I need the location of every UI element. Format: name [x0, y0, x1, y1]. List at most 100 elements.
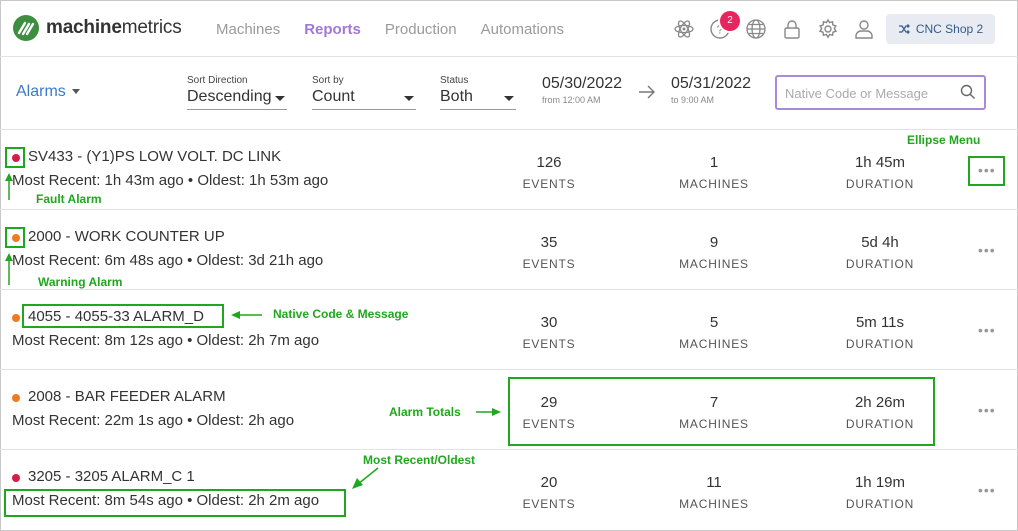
sort-direction-label: Sort Direction — [187, 75, 248, 86]
alarm-recent-oldest: Most Recent: 1h 43m ago • Oldest: 1h 53m… — [12, 172, 329, 189]
view-dropdown-label: Alarms — [16, 83, 66, 100]
alarm-recent-oldest: Most Recent: 6m 48s ago • Oldest: 3d 21h… — [12, 252, 324, 269]
sort-direction-select[interactable]: Sort Direction Descending — [187, 75, 287, 110]
notification-badge[interactable]: 2 — [720, 11, 740, 31]
alarm-row[interactable]: SV433 - (Y1)PS LOW VOLT. DC LINK Most Re… — [0, 130, 1018, 210]
status-label: Status — [440, 75, 469, 86]
annotation-box-fault-dot — [5, 147, 25, 168]
filter-toolbar: Alarms Sort Direction Descending Sort by… — [0, 57, 1018, 130]
duration-label: DURATION — [845, 177, 915, 191]
shop-switch-label: CNC Shop 2 — [915, 22, 984, 36]
nav-machines[interactable]: Machines — [216, 21, 280, 38]
sort-by-select[interactable]: Sort by Count — [312, 75, 416, 110]
fault-alarm-icon — [12, 474, 20, 482]
events-stat: 35 EVENTS — [489, 234, 609, 271]
alarm-title: 3205 - 3205 ALARM_C 1 — [28, 468, 195, 485]
sort-by-label: Sort by — [312, 75, 344, 86]
date-from-value: 05/30/2022 — [542, 75, 623, 92]
status-value: Both — [440, 88, 473, 105]
alarm-row[interactable]: 4055 - 4055-33 ALARM_D Most Recent: 8m 1… — [0, 290, 1018, 370]
events-count: 35 — [540, 234, 558, 251]
globe-icon[interactable] — [745, 18, 767, 40]
chevron-down-icon — [504, 96, 514, 101]
sort-by-value-wrap[interactable]: Count — [312, 88, 416, 110]
annotation-ellipse-menu: Ellipse Menu — [907, 133, 981, 147]
sort-by-value: Count — [312, 88, 355, 105]
machines-count: 9 — [709, 234, 719, 251]
annotation-box-ellipse — [968, 156, 1005, 186]
gear-icon[interactable] — [817, 18, 839, 40]
duration-value: 1h 45m — [854, 154, 906, 171]
annotation-alarm-totals: Alarm Totals — [389, 405, 461, 419]
nav-reports[interactable]: Reports — [304, 21, 361, 38]
ellipsis-menu-icon[interactable]: ••• — [978, 243, 996, 257]
app-header: machinemetrics Machines Reports Producti… — [0, 0, 1018, 57]
annotation-box-most-recent — [4, 489, 346, 517]
warning-alarm-icon — [12, 394, 20, 402]
logo-text: machinemetrics — [46, 17, 182, 38]
duration-label: DURATION — [845, 497, 915, 511]
atom-icon[interactable] — [673, 18, 695, 40]
annotation-fault-alarm: Fault Alarm — [36, 192, 102, 206]
ellipsis-menu-icon[interactable]: ••• — [978, 403, 996, 417]
events-stat: 126 EVENTS — [489, 154, 609, 191]
arrow-right-icon — [639, 85, 655, 99]
date-to-value: 05/31/2022 — [671, 75, 752, 92]
date-from-sub: from 12:00 AM — [542, 95, 601, 105]
events-label: EVENTS — [522, 257, 576, 271]
shuffle-icon — [898, 24, 910, 34]
annotation-most-recent: Most Recent/Oldest — [363, 453, 476, 467]
alarm-recent-oldest: Most Recent: 22m 1s ago • Oldest: 2h ago — [12, 412, 295, 429]
status-value-wrap[interactable]: Both — [440, 88, 516, 110]
date-from[interactable]: 05/30/2022 from 12:00 AM — [542, 75, 622, 105]
duration-value: 5d 4h — [861, 234, 899, 251]
alarm-title: 2000 - WORK COUNTER UP — [28, 228, 225, 245]
ellipsis-menu-icon[interactable]: ••• — [978, 323, 996, 337]
nav-automations[interactable]: Automations — [481, 21, 564, 38]
machines-label: MACHINES — [679, 497, 749, 511]
search-box[interactable] — [775, 75, 986, 110]
duration-stat: 5m 11s DURATION — [820, 314, 940, 351]
annotation-warning-alarm: Warning Alarm — [38, 275, 123, 289]
alarm-title: SV433 - (Y1)PS LOW VOLT. DC LINK — [28, 148, 282, 165]
machines-label: MACHINES — [679, 257, 749, 271]
chevron-down-icon — [71, 89, 80, 95]
duration-label: DURATION — [845, 257, 915, 271]
machines-stat: 11 MACHINES — [654, 474, 774, 511]
lock-icon[interactable] — [781, 18, 803, 40]
duration-label: DURATION — [845, 337, 915, 351]
shop-switch-button[interactable]: CNC Shop 2 — [886, 14, 995, 44]
alarm-title: 2008 - BAR FEEDER ALARM — [28, 388, 226, 405]
user-icon[interactable] — [853, 18, 875, 40]
annotation-native-code: Native Code & Message — [273, 307, 409, 321]
machines-stat: 9 MACHINES — [654, 234, 774, 271]
events-count: 126 — [536, 154, 562, 171]
search-icon[interactable] — [960, 84, 976, 100]
logo-mark-icon — [13, 15, 39, 41]
machines-count: 1 — [709, 154, 719, 171]
machines-count: 5 — [709, 314, 719, 331]
status-select[interactable]: Status Both — [440, 75, 516, 110]
machines-stat: 5 MACHINES — [654, 314, 774, 351]
duration-value: 5m 11s — [855, 314, 905, 331]
events-count: 30 — [540, 314, 558, 331]
annotation-box-totals — [508, 377, 935, 446]
events-label: EVENTS — [522, 177, 576, 191]
duration-stat: 1h 45m DURATION — [820, 154, 940, 191]
machines-count: 11 — [706, 474, 722, 491]
events-label: EVENTS — [522, 337, 576, 351]
ellipsis-menu-icon[interactable]: ••• — [978, 483, 996, 497]
warning-alarm-icon — [12, 314, 20, 322]
main-nav: Machines Reports Production Automations — [216, 21, 588, 38]
logo[interactable]: machinemetrics — [12, 14, 182, 42]
alarm-row[interactable]: 2000 - WORK COUNTER UP Most Recent: 6m 4… — [0, 210, 1018, 290]
date-to[interactable]: 05/31/2022 to 9:00 AM — [671, 75, 751, 105]
nav-production[interactable]: Production — [385, 21, 457, 38]
machines-label: MACHINES — [679, 177, 749, 191]
view-dropdown[interactable]: Alarms — [16, 83, 80, 101]
machines-label: MACHINES — [679, 337, 749, 351]
machines-stat: 1 MACHINES — [654, 154, 774, 191]
sort-direction-value-wrap[interactable]: Descending — [187, 88, 287, 110]
duration-stat: 5d 4h DURATION — [820, 234, 940, 271]
search-input[interactable] — [785, 83, 945, 103]
